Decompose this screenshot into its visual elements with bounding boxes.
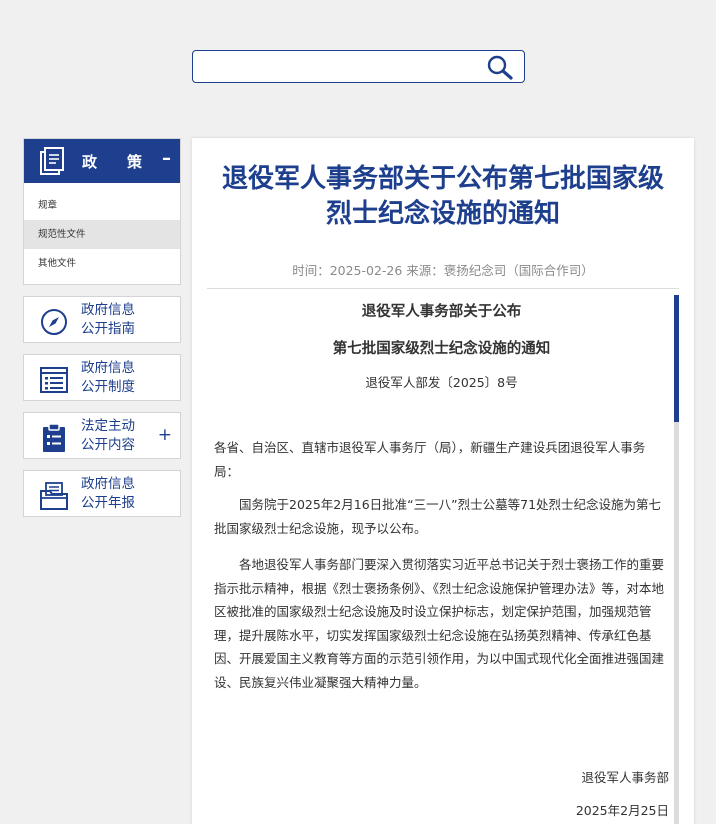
compass-icon (41, 309, 67, 335)
expand-toggle[interactable]: + (158, 425, 172, 445)
article-title: 退役军人事务部关于公布第七批国家级烈士纪念设施的通知 (221, 164, 664, 229)
magnifier-icon (487, 55, 513, 80)
card-label: 法定主动 公开内容 (81, 418, 135, 453)
sidebar: 政策 – 规章 规范性文件 其他文件 政府信息 公开指南 政府信息 公开制度 法… (23, 138, 181, 517)
card-annual-report[interactable]: 政府信息 公开年报 (23, 470, 181, 517)
card-label: 政府信息 公开指南 (81, 302, 135, 337)
search-button[interactable] (486, 54, 514, 80)
paragraph-approval: 国务院于2025年2月16日批准“三一八”烈士公墓等71处烈士纪念设施为第七批国… (214, 497, 662, 536)
search-box (192, 50, 525, 83)
policy-item-other-documents[interactable]: 其他文件 (24, 249, 180, 278)
policy-item-regulations[interactable]: 规章 (24, 191, 180, 220)
card-label: 政府信息 公开年报 (81, 476, 135, 511)
signature-date: 2025年2月25日 (575, 803, 669, 818)
paragraph-addressees: 各省、自治区、直辖市退役军人事务厅（局），新疆生产建设兵团退役军人事务局： (214, 440, 646, 479)
card-label: 政府信息 公开制度 (81, 360, 135, 395)
document-title-line-1: 退役军人事务部关于公布 (361, 304, 522, 320)
clipboard-icon (43, 423, 65, 452)
policy-header[interactable]: 政策 – (24, 139, 180, 183)
paragraph-requirements: 各地退役军人事务部门要深入贯彻落实习近平总书记关于烈士褒扬工作的重要指示批示精神… (214, 557, 665, 690)
document-number: 退役军人部发〔2025〕8号 (365, 375, 518, 390)
card-disclosure-system[interactable]: 政府信息 公开制度 (23, 354, 181, 401)
search-input[interactable] (197, 55, 477, 79)
article-meta: 时间：2025-02-26 来源：褒扬纪念司（国际合作司） (292, 263, 594, 278)
card-statutory-content[interactable]: 法定主动 公开内容 + (23, 412, 181, 459)
policy-item-normative-documents[interactable]: 规范性文件 (24, 220, 180, 249)
folder-icon (40, 482, 68, 510)
document-icon (40, 147, 64, 175)
policy-title: 政策 (82, 153, 173, 171)
policy-list: 规章 规范性文件 其他文件 (24, 183, 180, 284)
collapse-toggle[interactable]: – (162, 148, 171, 169)
document-title-line-2: 第七批国家级烈士纪念设施的通知 (332, 341, 551, 357)
divider (207, 288, 679, 289)
signature-organization: 退役军人事务部 (581, 770, 669, 785)
card-disclosure-guide[interactable]: 政府信息 公开指南 (23, 296, 181, 343)
article-panel: 退役军人事务部关于公布第七批国家级烈士纪念设施的通知 时间：2025-02-26… (192, 138, 694, 824)
policy-panel: 政策 – 规章 规范性文件 其他文件 (23, 138, 181, 285)
list-icon (40, 367, 68, 393)
page-edge (716, 0, 720, 824)
scrollbar-thumb[interactable] (674, 295, 679, 422)
